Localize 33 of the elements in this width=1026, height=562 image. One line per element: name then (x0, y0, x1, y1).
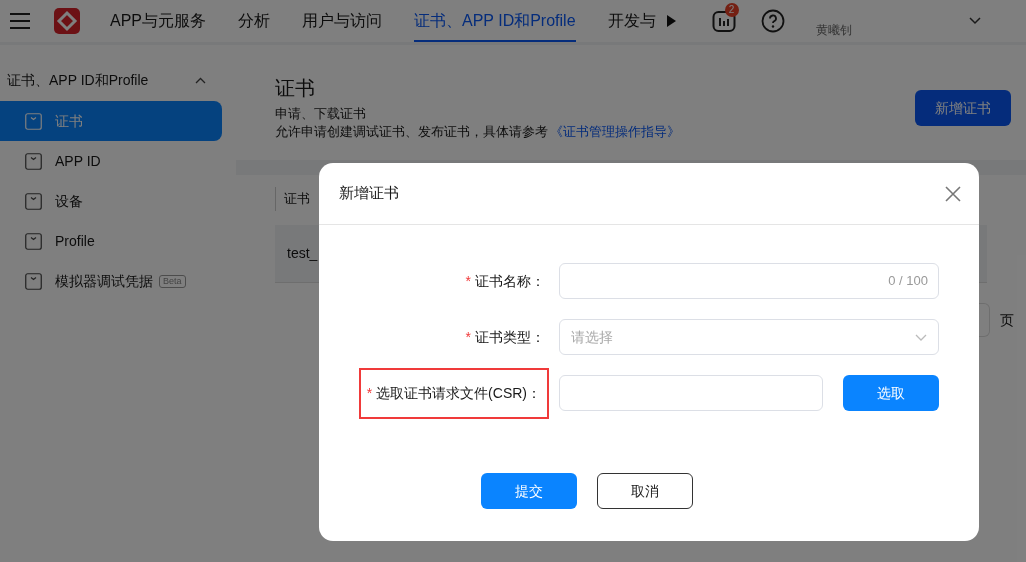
nav-tab[interactable]: APP与元服务 (110, 0, 206, 42)
page-title: 证书 (275, 76, 316, 101)
sidebar-item[interactable]: Profile (0, 221, 222, 261)
nav-tab[interactable]: 分析 (238, 0, 270, 42)
select-file-button[interactable]: 选取 (843, 375, 939, 411)
sidebar-item[interactable]: 证书 (0, 101, 222, 141)
column-header: 证书 (284, 190, 310, 209)
sidebar-item[interactable]: APP ID (0, 141, 222, 181)
name-input-field[interactable]: 0 / 100 (559, 263, 939, 299)
cancel-button[interactable]: 取消 (597, 473, 693, 509)
nav-tab[interactable]: 用户与访问 (302, 0, 382, 42)
character-counter: 0 / 100 (888, 272, 928, 291)
submit-button[interactable]: 提交 (481, 473, 577, 509)
required-asterisk: * (465, 327, 471, 347)
field-label: 证书类型： (475, 327, 545, 347)
type-select[interactable]: 请选择 (559, 319, 939, 355)
notification-badge: 2 (724, 3, 739, 17)
required-asterisk: * (366, 383, 373, 403)
user-name[interactable]: 黄曦钊 (815, 21, 852, 39)
sidebar-group-title[interactable]: 证书、APP ID和Profile (7, 69, 149, 91)
pagination-label: 页 (1000, 310, 1014, 330)
page-description: 允许申请创建调试证书、发布证书，具体请参考《证书管理操作指导》 (275, 123, 680, 141)
required-asterisk: * (465, 271, 471, 291)
sidebar-item[interactable]: 设备 (0, 181, 222, 221)
table-cell-text: test_ (287, 244, 318, 263)
add-certificate-button[interactable]: 新增证书 (915, 90, 1011, 126)
field-label: 选取证书请求文件(CSR)： (376, 383, 541, 403)
field-label: 证书名称： (475, 271, 545, 291)
guide-link[interactable]: 《证书管理操作指导》 (550, 124, 680, 139)
dialog-title: 新增证书 (339, 183, 399, 204)
nav-tab[interactable]: 开发与 (607, 0, 656, 42)
page-subtitle: 申请、下载证书 (275, 105, 367, 123)
nav-tab[interactable]: 证书、APP ID和Profile (414, 0, 576, 42)
